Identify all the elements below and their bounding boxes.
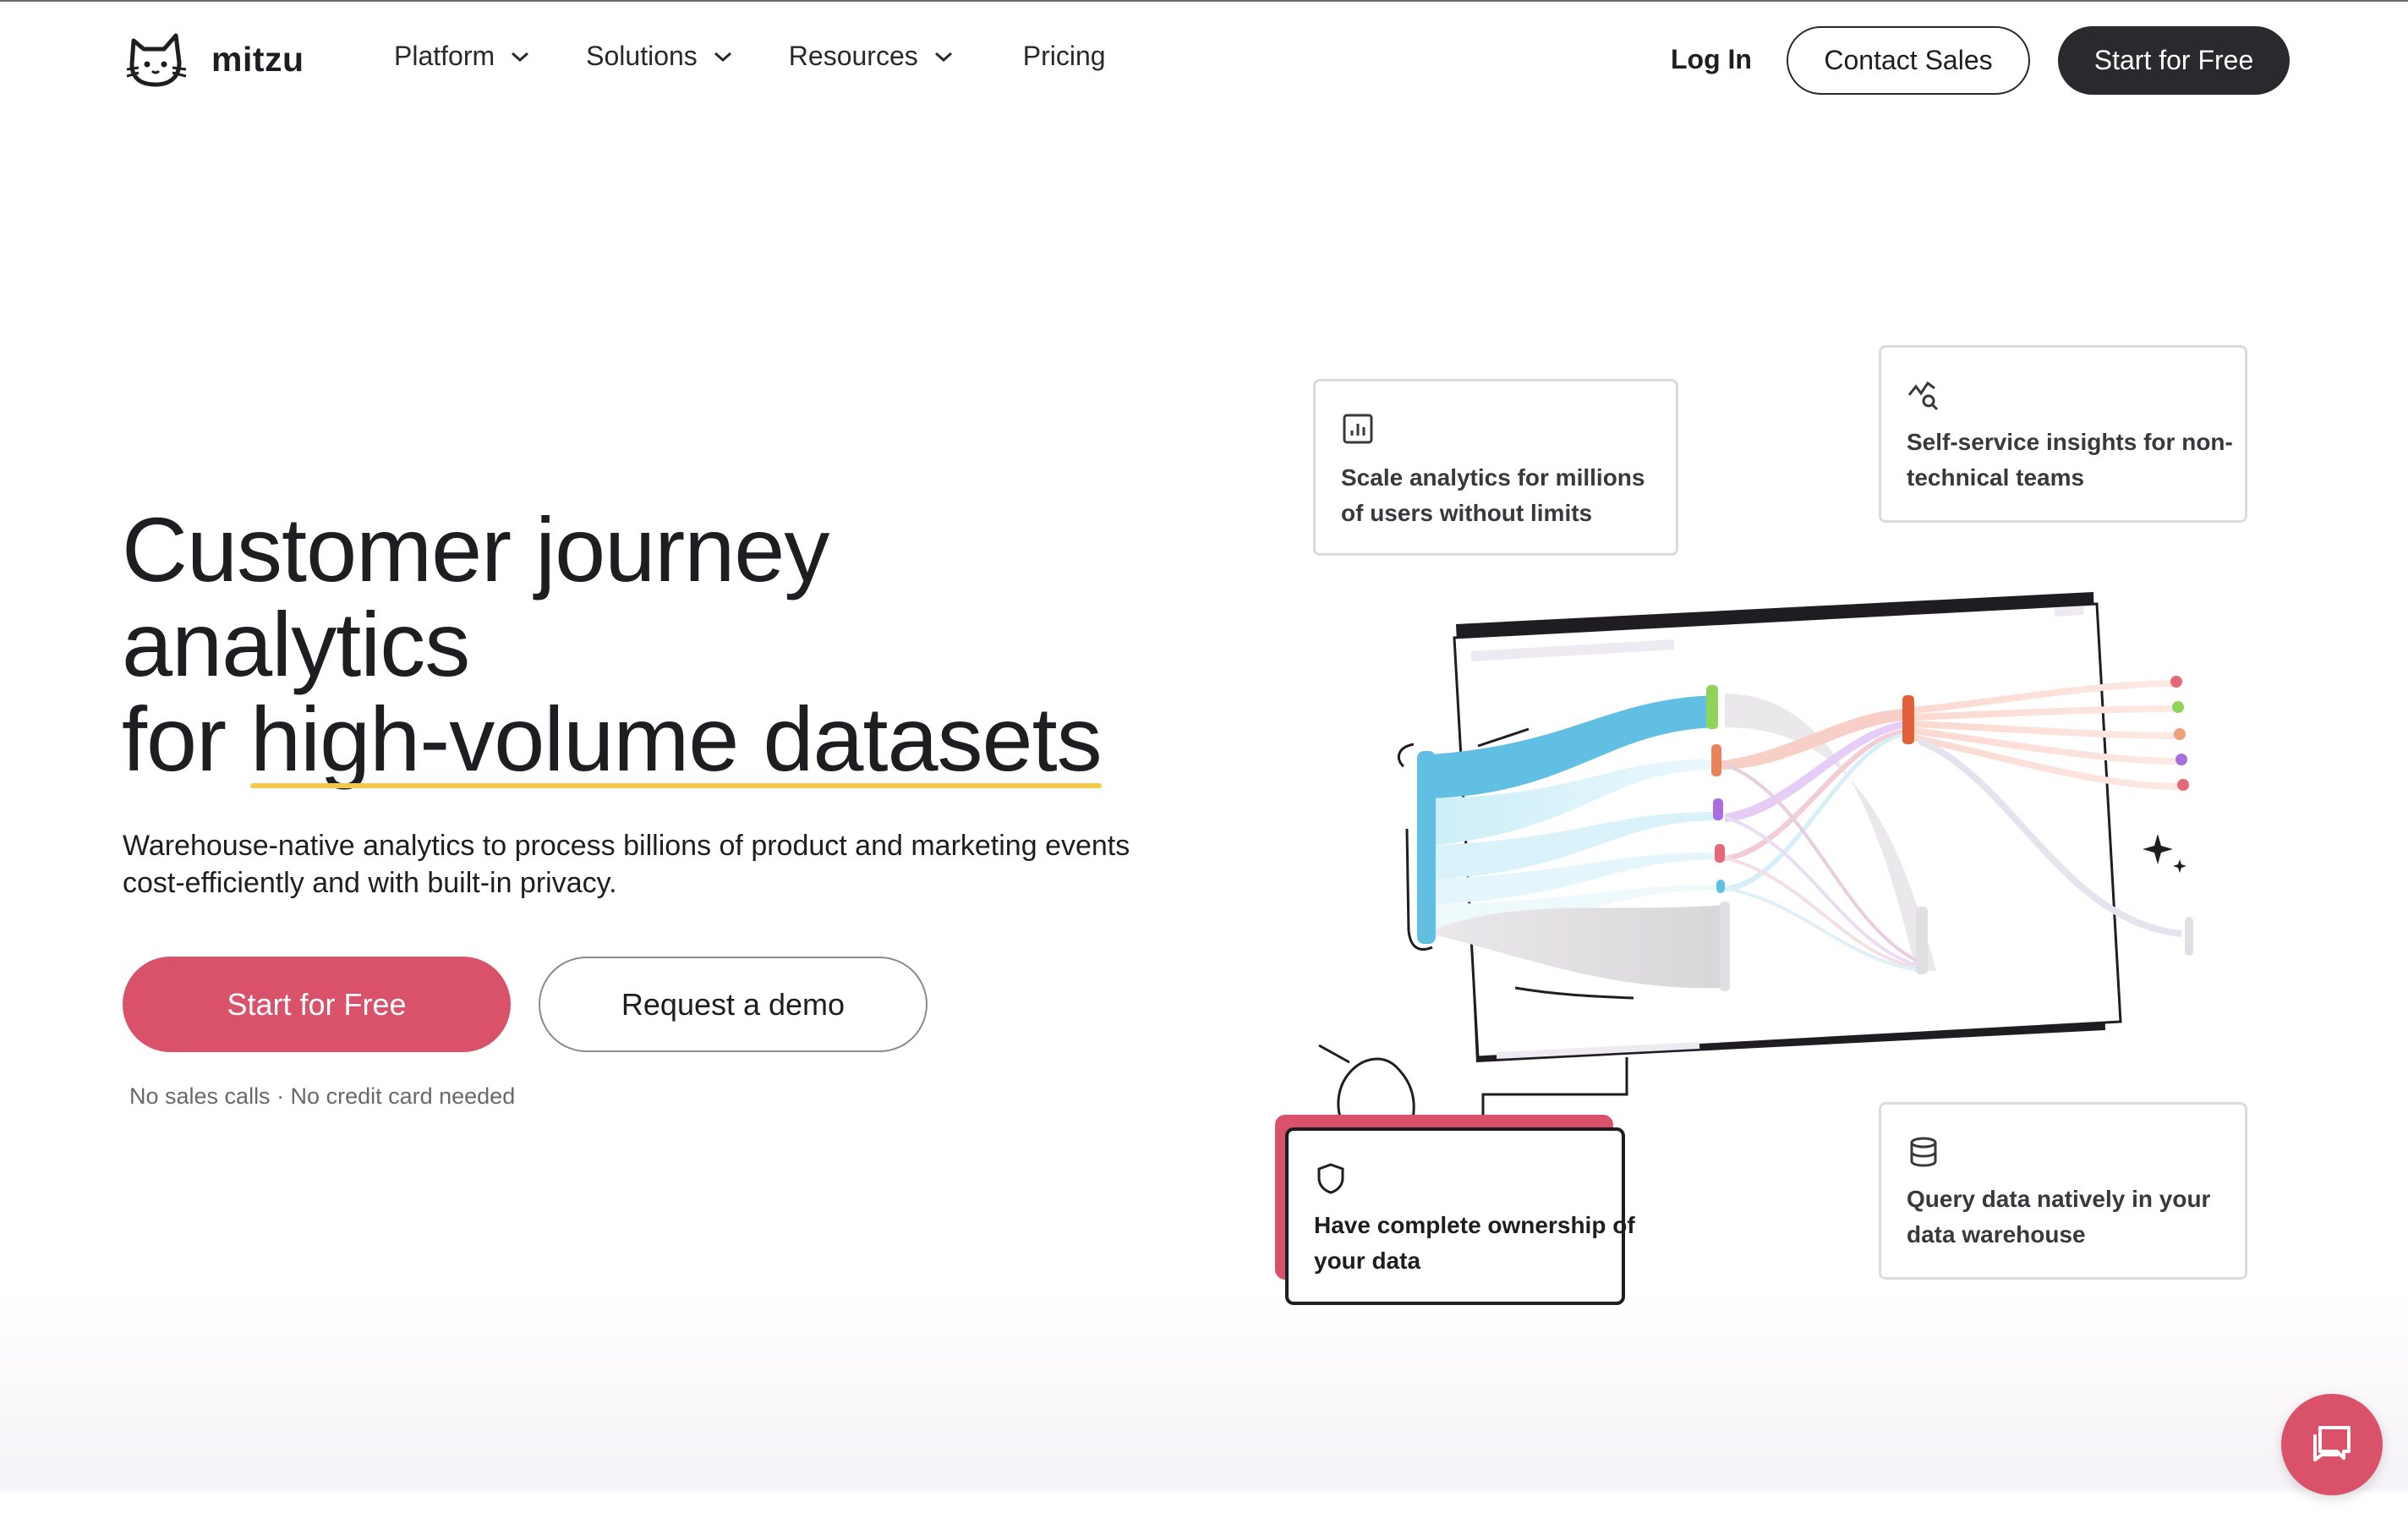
- feature-card-self-service: Self-service insights for non-technical …: [1879, 345, 2247, 523]
- hero-title-line: analytics: [122, 593, 470, 695]
- hero-title-prefix: for: [122, 688, 251, 790]
- nav-item-label: Resources: [788, 41, 918, 71]
- feature-text: Scale analytics for millions of users wi…: [1341, 464, 1645, 526]
- chat-launcher-button[interactable]: [2281, 1394, 2383, 1495]
- hero-title-highlight: high-volume datasets: [250, 688, 1103, 790]
- login-link[interactable]: Log In: [1671, 44, 1752, 75]
- bar-chart-icon: [1343, 414, 1373, 444]
- start-free-nav-button[interactable]: Start for Free: [2058, 26, 2290, 95]
- hero-title: Customer journey analytics for high-volu…: [122, 502, 1187, 787]
- feature-text: Query data natively in your data warehou…: [1907, 1186, 2211, 1248]
- feature-text: Self-service insights for non-technical …: [1907, 429, 2233, 491]
- cta-note: No sales calls · No credit card needed: [129, 1083, 516, 1109]
- nav-item-platform[interactable]: Platform: [394, 41, 530, 72]
- chevron-down-icon: [714, 52, 731, 62]
- request-demo-button[interactable]: Request a demo: [539, 957, 928, 1052]
- nav-item-solutions[interactable]: Solutions: [586, 41, 733, 72]
- nav-item-label: Solutions: [586, 41, 698, 71]
- database-icon: [1910, 1137, 1937, 1167]
- feature-card-scale: Scale analytics for millions of users wi…: [1313, 379, 1678, 556]
- feature-text: Have complete ownership of your data: [1314, 1212, 1635, 1274]
- hero-title-line: Customer journey: [122, 498, 829, 600]
- chevron-down-icon: [934, 52, 952, 62]
- nav-item-label: Platform: [394, 41, 495, 71]
- hero-subtitle: Warehouse-native analytics to process bi…: [123, 830, 1130, 899]
- chevron-down-icon: [512, 52, 529, 62]
- nav-item-resources[interactable]: Resources: [789, 41, 954, 72]
- brand-logo[interactable]: mitzu: [127, 29, 304, 90]
- shield-icon: [1317, 1163, 1344, 1194]
- nav-item-pricing[interactable]: Pricing: [1023, 41, 1106, 72]
- main-menu: Platform Solutions Resources Pricing: [394, 41, 1162, 72]
- feature-card-query: Query data natively in your data warehou…: [1879, 1102, 2247, 1280]
- contact-sales-button[interactable]: Contact Sales: [1787, 26, 2030, 95]
- chart-search-icon: [1907, 381, 1939, 411]
- hero-title-line: for high-volume datasets: [122, 692, 1187, 787]
- feature-card-ownership: Have complete ownership of your data: [1285, 1127, 1635, 1305]
- chat-bubble-icon: [2313, 1426, 2351, 1461]
- cat-logo-icon: [127, 33, 187, 87]
- brand-name: mitzu: [211, 39, 304, 79]
- start-free-button[interactable]: Start for Free: [123, 957, 511, 1052]
- nav-item-label: Pricing: [1022, 41, 1106, 71]
- top-navigation: mitzu Platform Solutions Resources Prici…: [0, 0, 2408, 123]
